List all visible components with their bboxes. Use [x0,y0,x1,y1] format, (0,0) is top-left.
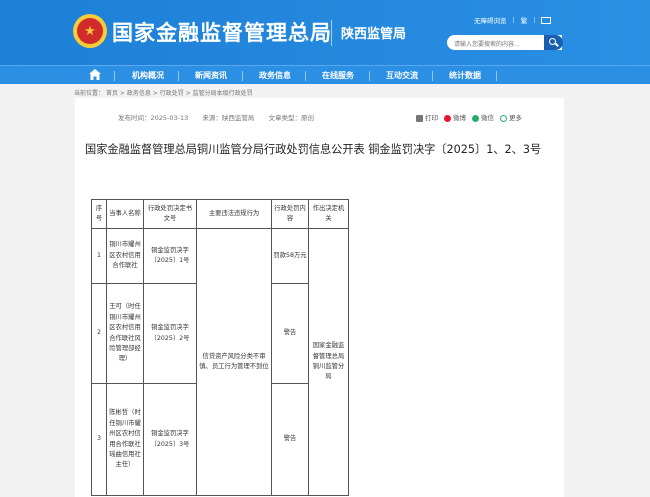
nav-item-interaction[interactable]: 互动交流 [386,70,418,81]
nav-item-about[interactable]: 机构概况 [132,70,164,81]
nav-divider [242,71,243,81]
nav-divider [369,71,370,81]
cell-penalty: 警告 [271,383,309,496]
accessibility-link[interactable]: 无障碍浏览 [474,15,507,25]
site-header: ★ 国家金融监督管理总局 陕西监管局 无障碍浏览 | 繁 | [0,0,650,65]
nav-divider [114,71,115,81]
cell-no: 2 [91,283,107,384]
main-nav: 机构概况 新闻资讯 政务信息 在线服务 互动交流 统计数据 [0,65,650,84]
cell-doc-no: 铜金监罚决字〔2025〕1号 [143,228,197,284]
search-button[interactable] [544,35,563,50]
cell-party: 王可（时任铜川市耀州区农村信用合作联社风险管理部经理） [106,283,144,384]
cell-penalty: 罚款58万元 [271,228,309,284]
article-meta: 发布时间：2025-03-13 来源：陕西监管局 文章类型：原创 [118,112,326,122]
breadcrumb-penalties[interactable]: 行政处罚 [160,90,184,97]
site-title[interactable]: 国家金融监督管理总局 [112,17,332,47]
publish-time: 发布时间：2025-03-13 [118,114,189,122]
wechat-share-button[interactable]: 微信 [472,112,494,122]
breadcrumb-label: 当前位置： [74,90,105,97]
nav-divider [305,71,306,81]
article-source: 来源：陕西监管局 [202,114,255,122]
mail-icon[interactable] [541,16,552,24]
title-divider [331,20,332,46]
print-button[interactable]: 打印 [416,112,438,122]
top-links: 无障碍浏览 | 繁 | [474,15,552,25]
header-party: 当事人名称 [106,199,144,229]
cell-penalty: 警告 [271,283,309,384]
header-penalty: 行政处罚内容 [271,199,309,229]
weibo-share-button[interactable]: 微博 [444,112,466,122]
national-emblem-icon: ★ [73,14,107,48]
header-doc-no: 行政处罚决定书文号 [143,199,197,229]
plus-icon [500,114,507,122]
nav-divider [496,71,497,81]
weibo-icon [444,114,451,122]
sub-title[interactable]: 陕西监管局 [341,23,406,42]
cell-authority: 国家金融监督管理总局铜川监管分局 [308,228,349,496]
nav-item-news[interactable]: 新闻资讯 [195,70,227,81]
link-separator: | [533,16,536,24]
article-type: 文章类型：原创 [268,114,314,122]
cell-violation: 信贷资产风险分类不审慎、员工行为管理不到位 [196,228,272,496]
penalty-table: 序号 当事人名称 行政处罚决定书文号 主要违法违规行为 行政处罚内容 作出决定机… [91,199,349,496]
nav-divider [178,71,179,81]
share-tools: 打印 微博 微信 更多 [416,112,522,122]
cell-no: 3 [91,383,107,496]
nav-item-statistics[interactable]: 统计数据 [449,70,481,81]
link-separator: | [512,16,515,24]
table-row: 1 铜川市耀州区农村信用合作联社 铜金监罚决字〔2025〕1号 信贷资产风险分类… [91,228,349,496]
cell-doc-no: 铜金监罚决字〔2025〕2号 [143,283,197,384]
breadcrumb-government-info[interactable]: 政务信息 [127,90,151,97]
header-authority: 作出决定机关 [308,199,349,229]
print-icon [416,114,423,122]
cell-party: 铜川市耀州区农村信用合作联社 [106,228,144,284]
traditional-chinese-link[interactable]: 繁 [521,15,528,25]
more-share-button[interactable]: 更多 [500,112,522,122]
nav-item-government-info[interactable]: 政务信息 [259,70,291,81]
cell-party: 陈彬哲（时任铜川市耀州区农村信用合作联社瑶曲信用社主任） [106,383,144,496]
breadcrumb-branch-penalties[interactable]: 监管分局本级行政处罚 [193,90,253,97]
header-violation: 主要违法违规行为 [196,199,272,229]
home-icon[interactable] [89,69,101,80]
article-title: 国家金融监督管理总局铜川监管分局行政处罚信息公开表 铜金监罚决字〔2025〕1、… [85,143,542,156]
nav-item-online-services[interactable]: 在线服务 [322,70,354,81]
header-no: 序号 [91,199,107,229]
breadcrumb: 当前位置： 首页 > 政务信息 > 行政处罚 > 监管分局本级行政处罚 [74,90,253,97]
cell-no: 1 [91,228,107,284]
article-container: 发布时间：2025-03-13 来源：陕西监管局 文章类型：原创 打印 微博 微… [75,98,564,497]
nav-divider [432,71,433,81]
breadcrumb-home[interactable]: 首页 [106,90,118,97]
table-header-row: 序号 当事人名称 行政处罚决定书文号 主要违法违规行为 行政处罚内容 作出决定机… [91,199,349,229]
wechat-icon [472,114,479,122]
cell-doc-no: 铜金监罚决字〔2025〕3号 [143,383,197,496]
